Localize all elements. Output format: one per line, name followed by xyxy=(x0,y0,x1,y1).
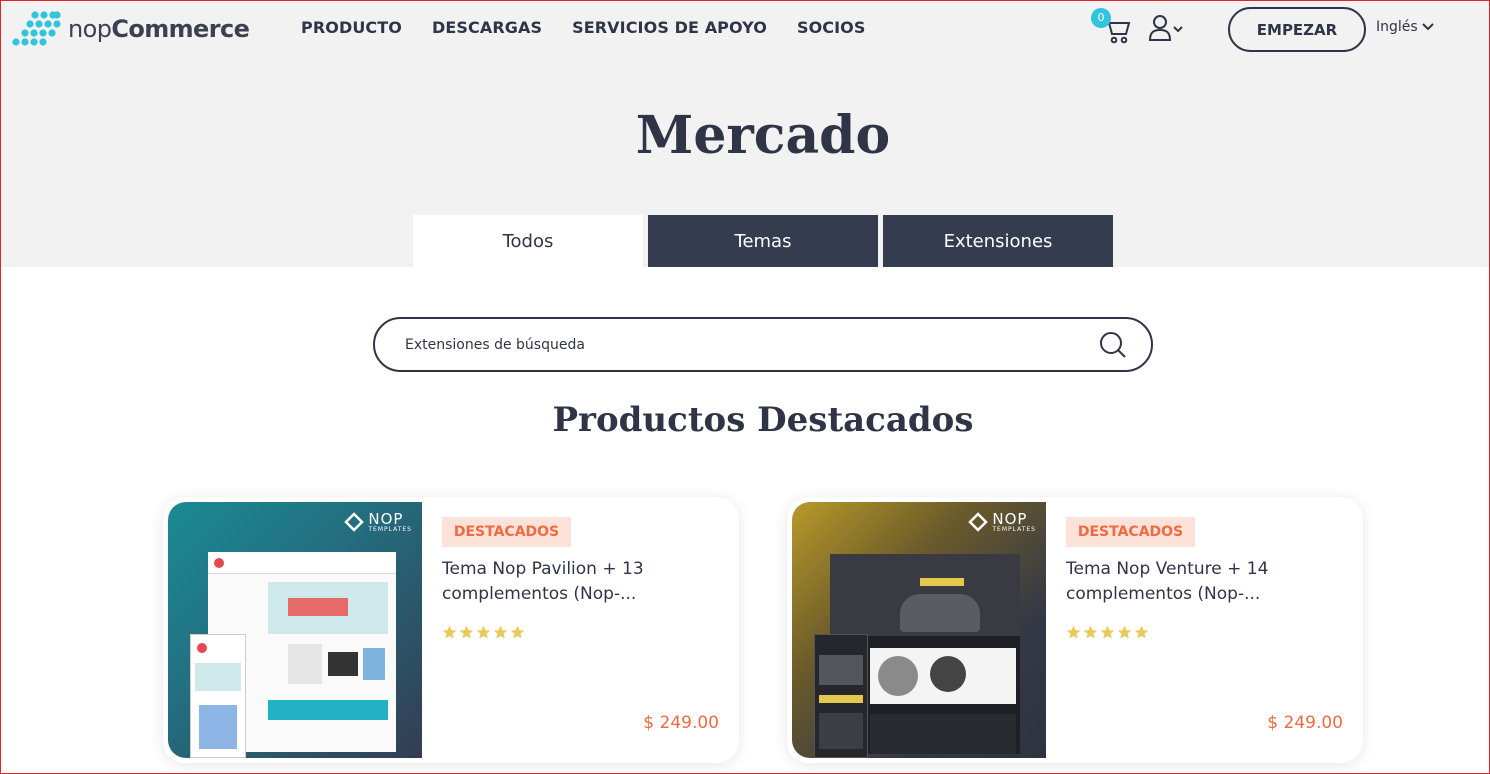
theme-preview-mobile xyxy=(190,634,246,758)
product-card[interactable]: NOP TEMPLATES DESTACADOS Tema Nop Ventur… xyxy=(787,497,1363,763)
page-title: Mercado xyxy=(635,105,891,166)
product-thumbnail[interactable]: NOP TEMPLATES xyxy=(168,502,422,758)
star-icon xyxy=(1100,625,1115,639)
product-price: $ 249.00 xyxy=(643,713,719,733)
nav-producto[interactable]: PRODUCTO xyxy=(301,18,402,37)
account-menu[interactable] xyxy=(1148,14,1188,46)
product-rating xyxy=(1066,625,1151,640)
tab-todos[interactable]: Todos xyxy=(413,215,643,267)
nav-servicios-de-apoyo[interactable]: SERVICIOS DE APOYO xyxy=(572,18,767,37)
tab-temas[interactable]: Temas xyxy=(648,215,878,267)
star-icon xyxy=(1083,625,1098,639)
language-label: Inglés xyxy=(1376,19,1418,35)
logo-text: nopCommerce xyxy=(68,15,250,43)
star-icon xyxy=(459,625,474,639)
product-price: $ 249.00 xyxy=(1267,713,1343,733)
nop-templates-logo: NOP TEMPLATES xyxy=(968,512,1036,533)
star-icon xyxy=(1066,625,1081,639)
tab-extensiones[interactable]: Extensiones xyxy=(883,215,1113,267)
logo-dots-icon xyxy=(12,11,61,46)
featured-badge: DESTACADOS xyxy=(442,517,571,547)
search-input[interactable] xyxy=(405,333,1085,357)
theme-preview-mobile xyxy=(814,634,868,758)
star-icon xyxy=(442,625,457,639)
language-selector[interactable]: Inglés xyxy=(1376,19,1434,35)
star-icon xyxy=(1134,625,1149,639)
cart-button[interactable]: 0 xyxy=(1091,8,1133,44)
featured-products-heading: Productos Destacados xyxy=(552,400,974,440)
chevron-down-icon xyxy=(1421,23,1434,31)
search-box xyxy=(373,317,1153,372)
nop-templates-diamond-icon xyxy=(344,512,365,532)
product-rating xyxy=(442,625,527,640)
search-icon[interactable] xyxy=(1099,331,1127,359)
start-button[interactable]: EMPEZAR xyxy=(1228,7,1366,52)
star-icon xyxy=(1117,625,1132,639)
marketplace-tabs: Todos Temas Extensiones xyxy=(413,215,1113,267)
chevron-down-icon xyxy=(1173,26,1183,33)
product-card[interactable]: NOP TEMPLATES DESTACADOS Tema Nop Pavili… xyxy=(163,497,739,763)
star-icon xyxy=(510,625,525,639)
star-icon xyxy=(493,625,508,639)
product-name[interactable]: Tema Nop Pavilion + 13 complementos (Nop… xyxy=(442,557,712,607)
nav-socios[interactable]: SOCIOS xyxy=(797,18,866,37)
nav-descargas[interactable]: DESCARGAS xyxy=(432,18,542,37)
nop-templates-diamond-icon xyxy=(968,512,989,532)
nopcommerce-logo[interactable]: nopCommerce xyxy=(10,10,250,48)
nop-templates-logo: NOP TEMPLATES xyxy=(344,512,412,533)
star-icon xyxy=(476,625,491,639)
product-name[interactable]: Tema Nop Venture + 14 complementos (Nop-… xyxy=(1066,557,1336,607)
product-thumbnail[interactable]: NOP TEMPLATES xyxy=(792,502,1046,758)
user-icon xyxy=(1148,15,1183,41)
featured-badge: DESTACADOS xyxy=(1066,517,1195,547)
main-nav: PRODUCTO DESCARGAS SERVICIOS DE APOYO SO… xyxy=(301,18,896,37)
cart-count-badge: 0 xyxy=(1091,8,1111,28)
